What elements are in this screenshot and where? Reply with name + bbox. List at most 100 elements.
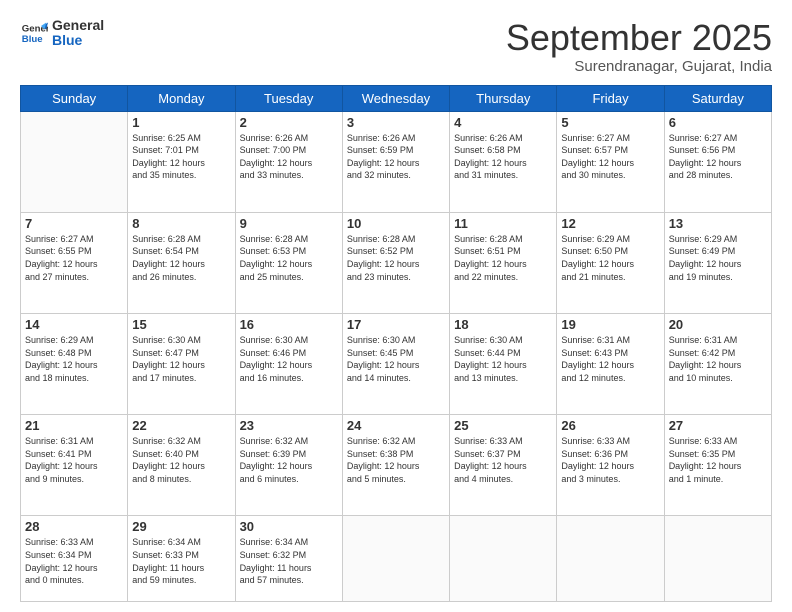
calendar-cell: 9 Sunrise: 6:28 AM Sunset: 6:53 PM Daylig… xyxy=(235,212,342,313)
cell-text: Sunrise: 6:31 AM Sunset: 6:43 PM Dayligh… xyxy=(561,334,659,384)
calendar-week-1: 1Sunrise: 6:25 AM Sunset: 7:01 PM Daylig… xyxy=(21,111,772,212)
calendar-cell xyxy=(664,516,771,602)
day-number: 5 xyxy=(561,115,659,130)
day-number: 2 xyxy=(240,115,338,130)
weekday-header-sunday: Sunday xyxy=(21,85,128,111)
cell-text: Sunrise: 6:28 AM Sunset: 6:52 PM Dayligh… xyxy=(347,233,445,283)
cell-text: Sunrise: 6:26 AM Sunset: 6:58 PM Dayligh… xyxy=(454,132,552,182)
month-title: September 2025 xyxy=(506,18,772,58)
day-number: 11 xyxy=(454,216,552,231)
calendar-cell: 12 Sunrise: 6:29 AM Sunset: 6:50 PM Dayli… xyxy=(557,212,664,313)
day-number: 7 xyxy=(25,216,123,231)
calendar-cell: 19Sunrise: 6:31 AM Sunset: 6:43 PM Dayli… xyxy=(557,314,664,415)
day-number: 22 xyxy=(132,418,230,433)
cell-text: Sunrise: 6:33 AM Sunset: 6:37 PM Dayligh… xyxy=(454,435,552,485)
cell-text: Sunrise: 6:29 AM Sunset: 6:49 PM Dayligh… xyxy=(669,233,767,283)
day-number: 30 xyxy=(240,519,338,534)
cell-text: Sunrise: 6:32 AM Sunset: 6:40 PM Dayligh… xyxy=(132,435,230,485)
calendar-cell xyxy=(557,516,664,602)
cell-text: Sunrise: 6:32 AM Sunset: 6:38 PM Dayligh… xyxy=(347,435,445,485)
calendar-cell: 24 Sunrise: 6:32 AM Sunset: 6:38 PM Dayli… xyxy=(342,415,449,516)
cell-text: Sunrise: 6:33 AM Sunset: 6:35 PM Dayligh… xyxy=(669,435,767,485)
calendar-cell: 17 Sunrise: 6:30 AM Sunset: 6:45 PM Dayli… xyxy=(342,314,449,415)
cell-text: Sunrise: 6:28 AM Sunset: 6:54 PM Dayligh… xyxy=(132,233,230,283)
calendar-week-3: 14Sunrise: 6:29 AM Sunset: 6:48 PM Dayli… xyxy=(21,314,772,415)
calendar-cell: 20Sunrise: 6:31 AM Sunset: 6:42 PM Dayli… xyxy=(664,314,771,415)
calendar-week-2: 7 Sunrise: 6:27 AM Sunset: 6:55 PM Daylig… xyxy=(21,212,772,313)
title-block: September 2025 Surendranagar, Gujarat, I… xyxy=(506,18,772,75)
weekday-header-monday: Monday xyxy=(128,85,235,111)
calendar-cell: 2 Sunrise: 6:26 AM Sunset: 7:00 PM Daylig… xyxy=(235,111,342,212)
cell-text: Sunrise: 6:31 AM Sunset: 6:42 PM Dayligh… xyxy=(669,334,767,384)
svg-text:Blue: Blue xyxy=(22,34,43,45)
day-number: 3 xyxy=(347,115,445,130)
cell-text: Sunrise: 6:26 AM Sunset: 7:00 PM Dayligh… xyxy=(240,132,338,182)
subtitle: Surendranagar, Gujarat, India xyxy=(506,58,772,75)
cell-text: Sunrise: 6:27 AM Sunset: 6:57 PM Dayligh… xyxy=(561,132,659,182)
cell-text: Sunrise: 6:33 AM Sunset: 6:36 PM Dayligh… xyxy=(561,435,659,485)
calendar-cell: 30 Sunrise: 6:34 AM Sunset: 6:32 PM Dayli… xyxy=(235,516,342,602)
day-number: 16 xyxy=(240,317,338,332)
logo: General Blue General Blue xyxy=(20,18,104,49)
cell-text: Sunrise: 6:33 AM Sunset: 6:34 PM Dayligh… xyxy=(25,536,123,586)
calendar-cell: 6Sunrise: 6:27 AM Sunset: 6:56 PM Daylig… xyxy=(664,111,771,212)
cell-text: Sunrise: 6:26 AM Sunset: 6:59 PM Dayligh… xyxy=(347,132,445,182)
day-number: 15 xyxy=(132,317,230,332)
day-number: 12 xyxy=(561,216,659,231)
day-number: 28 xyxy=(25,519,123,534)
calendar-cell: 7 Sunrise: 6:27 AM Sunset: 6:55 PM Daylig… xyxy=(21,212,128,313)
day-number: 6 xyxy=(669,115,767,130)
cell-text: Sunrise: 6:31 AM Sunset: 6:41 PM Dayligh… xyxy=(25,435,123,485)
day-number: 27 xyxy=(669,418,767,433)
weekday-header-friday: Friday xyxy=(557,85,664,111)
day-number: 1 xyxy=(132,115,230,130)
calendar-table: SundayMondayTuesdayWednesdayThursdayFrid… xyxy=(20,85,772,602)
day-number: 9 xyxy=(240,216,338,231)
day-number: 4 xyxy=(454,115,552,130)
cell-text: Sunrise: 6:29 AM Sunset: 6:50 PM Dayligh… xyxy=(561,233,659,283)
calendar-cell: 23 Sunrise: 6:32 AM Sunset: 6:39 PM Dayli… xyxy=(235,415,342,516)
day-number: 23 xyxy=(240,418,338,433)
cell-text: Sunrise: 6:27 AM Sunset: 6:55 PM Dayligh… xyxy=(25,233,123,283)
day-number: 10 xyxy=(347,216,445,231)
calendar-cell: 1Sunrise: 6:25 AM Sunset: 7:01 PM Daylig… xyxy=(128,111,235,212)
weekday-header-tuesday: Tuesday xyxy=(235,85,342,111)
calendar-week-4: 21Sunrise: 6:31 AM Sunset: 6:41 PM Dayli… xyxy=(21,415,772,516)
calendar-cell: 25 Sunrise: 6:33 AM Sunset: 6:37 PM Dayli… xyxy=(450,415,557,516)
calendar-cell: 10 Sunrise: 6:28 AM Sunset: 6:52 PM Dayli… xyxy=(342,212,449,313)
cell-text: Sunrise: 6:30 AM Sunset: 6:46 PM Dayligh… xyxy=(240,334,338,384)
cell-text: Sunrise: 6:34 AM Sunset: 6:32 PM Dayligh… xyxy=(240,536,338,586)
calendar-cell xyxy=(450,516,557,602)
cell-text: Sunrise: 6:29 AM Sunset: 6:48 PM Dayligh… xyxy=(25,334,123,384)
calendar-week-5: 28 Sunrise: 6:33 AM Sunset: 6:34 PM Dayli… xyxy=(21,516,772,602)
calendar-cell: 29 Sunrise: 6:34 AM Sunset: 6:33 PM Dayli… xyxy=(128,516,235,602)
calendar-cell xyxy=(342,516,449,602)
calendar-cell: 5 Sunrise: 6:27 AM Sunset: 6:57 PM Daylig… xyxy=(557,111,664,212)
cell-text: Sunrise: 6:28 AM Sunset: 6:51 PM Dayligh… xyxy=(454,233,552,283)
logo-line2: Blue xyxy=(52,33,104,48)
calendar-cell: 8Sunrise: 6:28 AM Sunset: 6:54 PM Daylig… xyxy=(128,212,235,313)
weekday-header-row: SundayMondayTuesdayWednesdayThursdayFrid… xyxy=(21,85,772,111)
weekday-header-saturday: Saturday xyxy=(664,85,771,111)
calendar-cell: 13Sunrise: 6:29 AM Sunset: 6:49 PM Dayli… xyxy=(664,212,771,313)
day-number: 25 xyxy=(454,418,552,433)
cell-text: Sunrise: 6:34 AM Sunset: 6:33 PM Dayligh… xyxy=(132,536,230,586)
calendar-cell: 14Sunrise: 6:29 AM Sunset: 6:48 PM Dayli… xyxy=(21,314,128,415)
day-number: 26 xyxy=(561,418,659,433)
cell-text: Sunrise: 6:32 AM Sunset: 6:39 PM Dayligh… xyxy=(240,435,338,485)
day-number: 29 xyxy=(132,519,230,534)
calendar-cell: 16 Sunrise: 6:30 AM Sunset: 6:46 PM Dayli… xyxy=(235,314,342,415)
calendar-cell: 15 Sunrise: 6:30 AM Sunset: 6:47 PM Dayli… xyxy=(128,314,235,415)
calendar-cell: 26 Sunrise: 6:33 AM Sunset: 6:36 PM Dayli… xyxy=(557,415,664,516)
weekday-header-thursday: Thursday xyxy=(450,85,557,111)
calendar-cell: 11 Sunrise: 6:28 AM Sunset: 6:51 PM Dayli… xyxy=(450,212,557,313)
day-number: 17 xyxy=(347,317,445,332)
calendar-cell: 18Sunrise: 6:30 AM Sunset: 6:44 PM Dayli… xyxy=(450,314,557,415)
cell-text: Sunrise: 6:30 AM Sunset: 6:45 PM Dayligh… xyxy=(347,334,445,384)
weekday-header-wednesday: Wednesday xyxy=(342,85,449,111)
calendar-cell: 28 Sunrise: 6:33 AM Sunset: 6:34 PM Dayli… xyxy=(21,516,128,602)
day-number: 24 xyxy=(347,418,445,433)
cell-text: Sunrise: 6:28 AM Sunset: 6:53 PM Dayligh… xyxy=(240,233,338,283)
logo-line1: General xyxy=(52,18,104,33)
cell-text: Sunrise: 6:30 AM Sunset: 6:47 PM Dayligh… xyxy=(132,334,230,384)
